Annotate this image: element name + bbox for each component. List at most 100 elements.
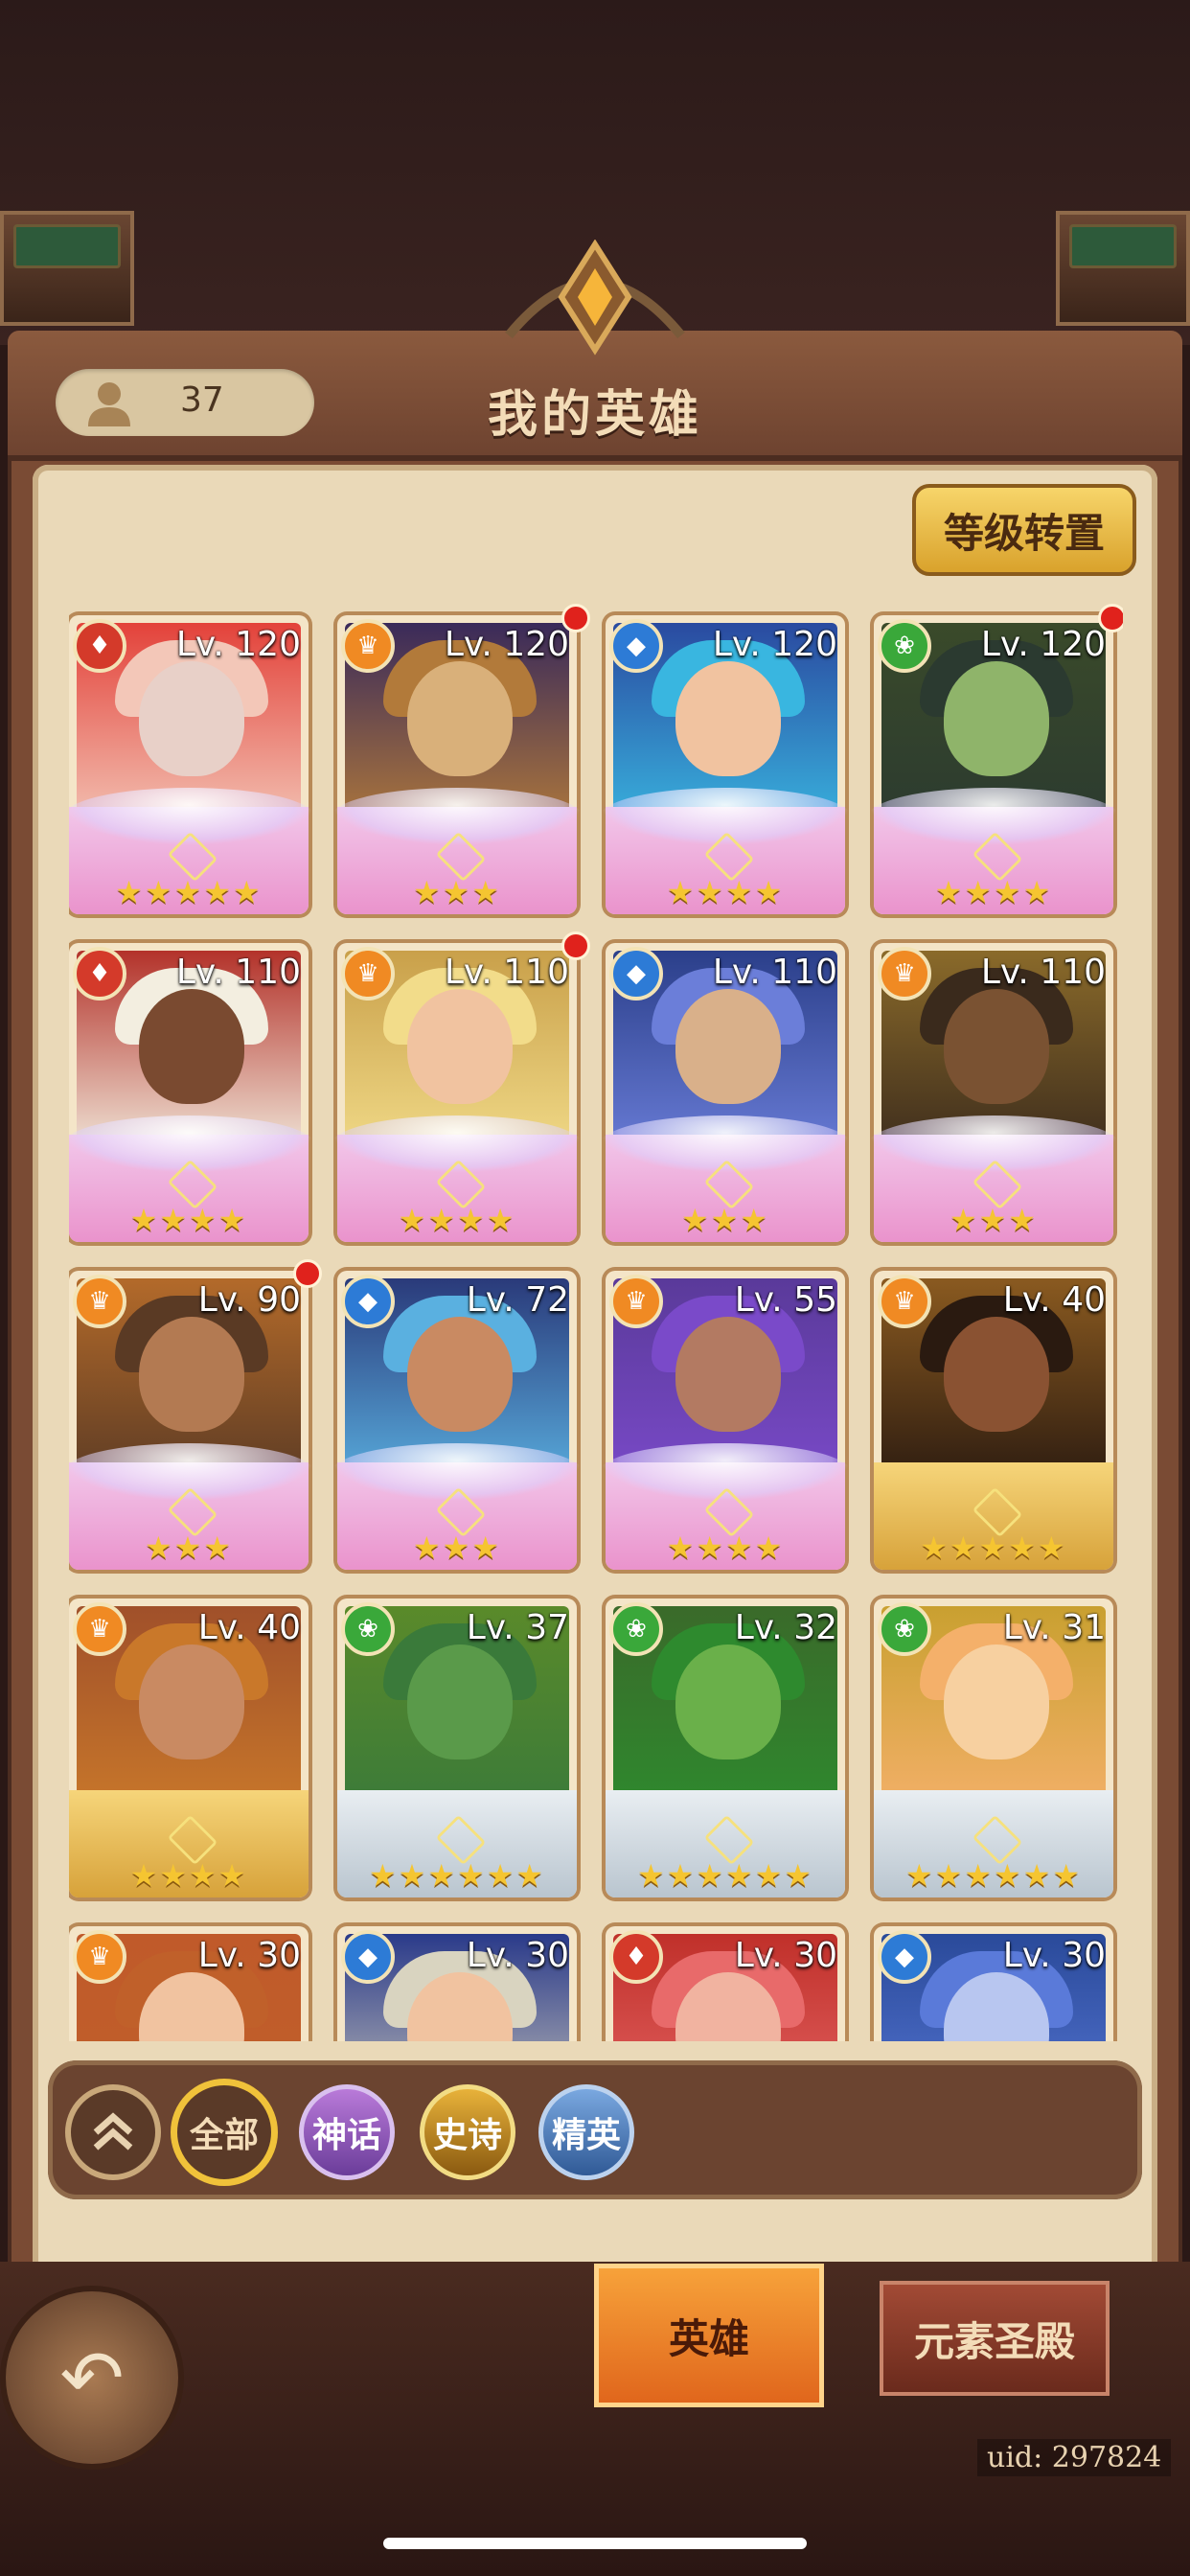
crest-ornament [505, 240, 685, 356]
notification-dot [1098, 604, 1123, 632]
chevron-double-up-icon [93, 2112, 133, 2150]
star-rating: ★★★★★★ [636, 1857, 814, 1894]
filter-myth-button[interactable]: 神话 [299, 2084, 395, 2180]
water-element-icon: ◆ [878, 1930, 931, 1984]
nature-element-icon: ❀ [609, 1602, 663, 1656]
star-rating: ★★★ [412, 874, 502, 910]
star-rating: ★★★★ [398, 1202, 516, 1238]
hero-level: Lv. 30 [466, 1936, 569, 1975]
light-element-icon: ♛ [73, 1602, 126, 1656]
hero-card[interactable]: ★★★★★ Lv. 40 ♛ [874, 1271, 1113, 1570]
hero-level: Lv. 40 [1002, 1280, 1106, 1320]
nature-element-icon: ❀ [878, 619, 931, 673]
hero-card[interactable]: Lv. 30 ◆ [337, 1926, 577, 2041]
star-rating: ★★★★ [666, 874, 785, 910]
hero-card[interactable]: ★★★★ Lv. 110 ♛ [332, 932, 590, 1242]
hero-grid: ★★★★★ Lv. 120 ♦ ★★★ Lv. 120 ♛ ★★★★ Lv. 120 ◆ ★★★★… [69, 604, 1123, 2041]
hero-face [675, 1644, 781, 1760]
star-rating: ★★★★★ [920, 1530, 1067, 1566]
back-arrow-icon: ↶ [59, 2333, 125, 2423]
nature-element-icon: ❀ [341, 1602, 395, 1656]
star-rating: ★★★ [144, 1530, 234, 1566]
hero-level: Lv. 110 [444, 953, 569, 992]
fire-element-icon: ♦ [73, 619, 126, 673]
water-element-icon: ◆ [609, 619, 663, 673]
hero-face [139, 989, 244, 1104]
hero-face [407, 1644, 513, 1760]
hero-face [139, 1644, 244, 1760]
hero-level: Lv. 37 [466, 1608, 569, 1647]
right-pillar [1056, 211, 1190, 326]
hero-level: Lv. 30 [734, 1936, 837, 1975]
hero-card[interactable]: Lv. 30 ♛ [69, 1926, 309, 2041]
star-rating: ★★★ [412, 1530, 502, 1566]
hero-level: Lv. 120 [712, 625, 837, 664]
star-rating: ★★★★ [666, 1530, 785, 1566]
hero-card[interactable]: Lv. 30 ♦ [606, 1926, 845, 2041]
hero-level: Lv. 110 [175, 953, 301, 992]
star-rating: ★★★★★ [115, 874, 263, 910]
star-rating: ★★★★ [934, 874, 1053, 910]
hero-card[interactable]: ★★★★ Lv. 40 ♛ [69, 1598, 309, 1898]
filter-all-button[interactable]: 全部 [171, 2079, 278, 2186]
home-indicator[interactable] [383, 2538, 807, 2549]
tab-element-temple[interactable]: 元素圣殿 [880, 2281, 1110, 2396]
hero-card[interactable]: ★★★ Lv. 90 ♛ [69, 1259, 322, 1570]
nature-element-icon: ❀ [878, 1602, 931, 1656]
hero-card[interactable]: Lv. 30 ◆ [874, 1926, 1113, 2041]
hero-level: Lv. 40 [197, 1608, 301, 1647]
hero-card[interactable]: ★★★★★ Lv. 120 ♦ [69, 615, 314, 914]
star-rating: ★★★★★★ [368, 1857, 546, 1894]
hero-level: Lv. 55 [734, 1280, 837, 1320]
light-element-icon: ♛ [878, 1275, 931, 1328]
hero-level: Lv. 110 [980, 953, 1106, 992]
uid-label: uid: 297824 [977, 2439, 1172, 2476]
tab-heroes[interactable]: 英雄 [594, 2264, 824, 2407]
hero-level: Lv. 110 [712, 953, 837, 992]
hero-face [407, 661, 513, 776]
hero-card[interactable]: ★★★ Lv. 110 ♛ [868, 943, 1119, 1242]
hero-card[interactable]: ★★★★ Lv. 120 ◆ [600, 615, 851, 914]
light-element-icon: ♛ [341, 619, 395, 673]
water-element-icon: ◆ [609, 947, 663, 1000]
hero-card[interactable]: ★★★★★★ Lv. 37 ❀ [337, 1598, 577, 1898]
hero-card[interactable]: ★★★ Lv. 120 ♛ [332, 604, 590, 914]
light-element-icon: ♛ [73, 1275, 126, 1328]
hero-card[interactable]: ★★★★ Lv. 120 ❀ [868, 604, 1123, 914]
water-element-icon: ◆ [341, 1275, 395, 1328]
star-rating: ★★★★ [129, 1202, 248, 1238]
hero-face [675, 661, 781, 776]
notification-dot [561, 932, 590, 960]
left-pillar [0, 211, 134, 326]
level-transfer-button[interactable]: 等级转置 [912, 484, 1136, 576]
hero-level: Lv. 120 [444, 625, 569, 664]
hero-card[interactable]: ★★★★★★ Lv. 32 ❀ [606, 1598, 845, 1898]
hero-card[interactable]: ★★★ Lv. 72 ◆ [332, 1271, 583, 1570]
hero-card[interactable]: ★★★ Lv. 110 ◆ [600, 943, 851, 1242]
filter-bar: 全部 神话 史诗 精英 [48, 2060, 1142, 2199]
hero-face [675, 989, 781, 1104]
hero-count-pill: 37 [56, 369, 314, 436]
hero-card[interactable]: ★★★★★★ Lv. 31 ❀ [874, 1598, 1113, 1898]
star-rating: ★★★ [949, 1202, 1039, 1238]
hero-face [944, 661, 1049, 776]
hero-level: Lv. 72 [466, 1280, 569, 1320]
water-element-icon: ◆ [341, 1930, 395, 1984]
collapse-filter-button[interactable] [65, 2084, 161, 2180]
person-icon [88, 382, 130, 426]
notification-dot [293, 1259, 322, 1288]
filter-elite-button[interactable]: 精英 [538, 2084, 634, 2180]
back-button[interactable]: ↶ [0, 2286, 184, 2470]
star-rating: ★★★ [680, 1202, 770, 1238]
hero-level: Lv. 30 [1002, 1936, 1106, 1975]
hero-face [675, 1317, 781, 1432]
hero-level: Lv. 90 [197, 1280, 301, 1320]
hero-card[interactable]: ★★★★ Lv. 55 ♛ [600, 1271, 851, 1570]
hero-face [944, 1644, 1049, 1760]
hero-face [139, 1317, 244, 1432]
light-element-icon: ♛ [878, 947, 931, 1000]
filter-epic-button[interactable]: 史诗 [420, 2084, 515, 2180]
fire-element-icon: ♦ [609, 1930, 663, 1984]
hero-card[interactable]: ★★★★ Lv. 110 ♦ [69, 943, 314, 1242]
hero-face [407, 989, 513, 1104]
